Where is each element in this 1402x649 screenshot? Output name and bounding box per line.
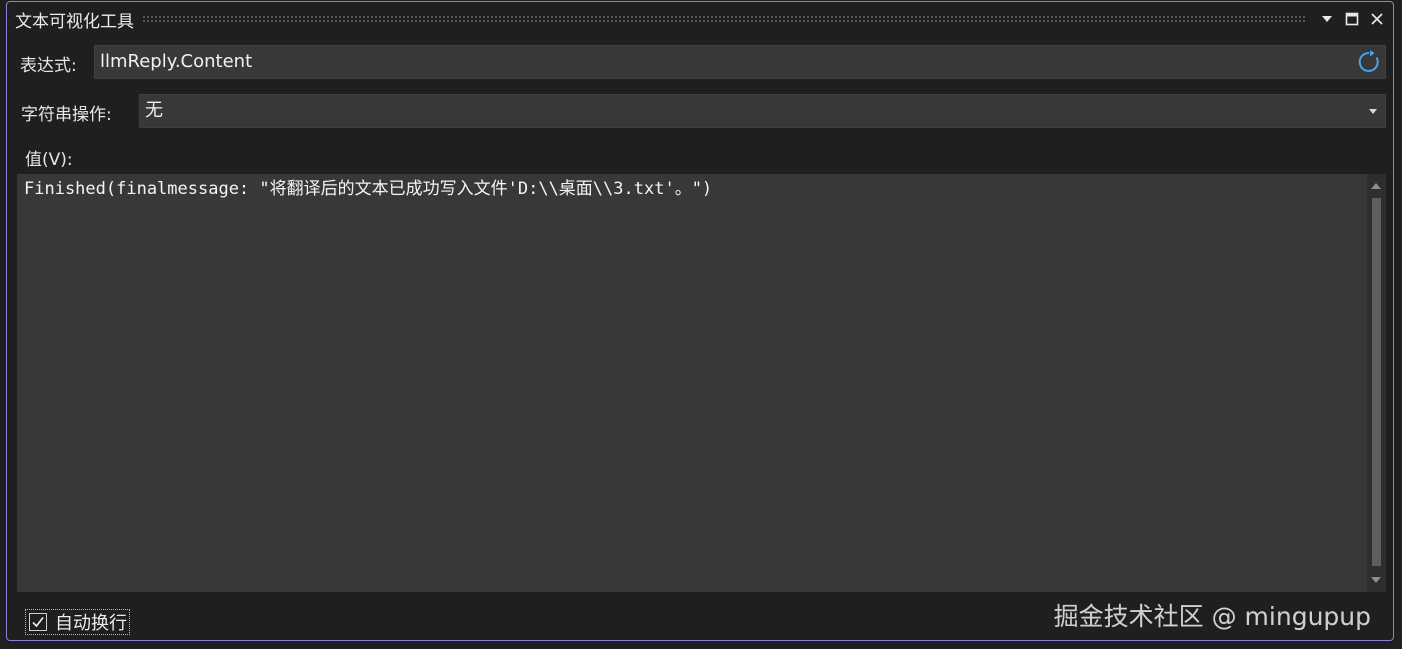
string-operation-select[interactable]: 无 <box>139 94 1386 128</box>
auto-wrap-label: 自动换行 <box>55 613 127 634</box>
expression-value: llmReply.Content <box>100 51 253 72</box>
window-title: 文本可视化工具 <box>15 11 134 32</box>
scroll-up-icon[interactable] <box>1371 183 1381 189</box>
string-operation-label: 字符串操作: <box>21 105 112 125</box>
auto-wrap-toggle[interactable]: 自动换行 <box>25 609 130 635</box>
value-scrollbar[interactable] <box>1367 174 1386 592</box>
value-label: 值(V): <box>25 150 73 170</box>
chevron-down-icon <box>1369 109 1377 114</box>
title-grip[interactable] <box>142 15 1305 23</box>
window-menu-button[interactable] <box>1315 7 1339 31</box>
close-icon <box>1370 12 1384 26</box>
maximize-icon <box>1345 12 1359 26</box>
auto-wrap-checkbox[interactable] <box>29 613 47 631</box>
maximize-button[interactable] <box>1340 7 1364 31</box>
expression-input[interactable]: llmReply.Content <box>94 45 1386 79</box>
text-visualizer-window: 文本可视化工具 表达式: llmReply.Content 字符串操作: 无 值… <box>6 1 1394 641</box>
chevron-down-icon <box>1321 15 1333 23</box>
expression-label: 表达式: <box>20 56 77 76</box>
string-operation-value: 无 <box>145 100 163 121</box>
watermark: 掘金技术社区 @ mingupup <box>1053 602 1371 631</box>
close-button[interactable] <box>1365 7 1389 31</box>
checkmark-icon <box>32 617 44 628</box>
scroll-down-icon[interactable] <box>1371 577 1381 583</box>
title-bar[interactable]: 文本可视化工具 <box>7 2 1393 36</box>
refresh-icon[interactable] <box>1356 49 1382 75</box>
value-textarea[interactable]: Finished(finalmessage: "将翻译后的文本已成功写入文件'D… <box>17 174 1367 592</box>
scrollbar-thumb[interactable] <box>1372 198 1381 566</box>
